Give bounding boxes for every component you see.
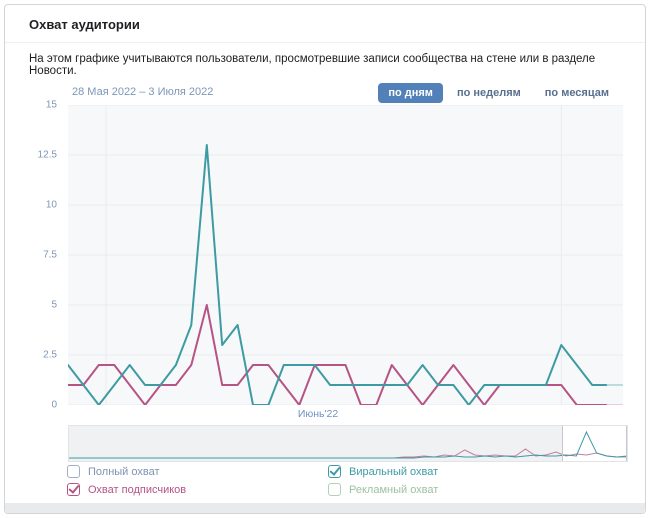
page-title: Охват аудитории bbox=[29, 17, 621, 32]
chart-toolbar: 28 Мая 2022 – 3 Июля 2022 по дням по нед… bbox=[5, 81, 645, 107]
checkbox-ad-reach[interactable] bbox=[328, 483, 341, 496]
chart-minimap-brush[interactable] bbox=[68, 425, 628, 462]
checkbox-viral-reach[interactable] bbox=[328, 465, 341, 478]
checkbox-full-reach[interactable] bbox=[67, 465, 80, 478]
card-header: Охват аудитории bbox=[5, 5, 645, 43]
y-tick-label: 7.5 bbox=[43, 250, 57, 261]
tab-by-days[interactable]: по дням bbox=[378, 83, 443, 103]
checkmark-icon bbox=[68, 482, 79, 494]
minimap-sparkline bbox=[69, 426, 627, 461]
legend-label: Виральный охват bbox=[349, 466, 438, 478]
reach-line-chart bbox=[68, 105, 623, 405]
y-tick-label: 10 bbox=[46, 200, 57, 211]
legend-item-viral-reach[interactable]: Виральный охват bbox=[328, 465, 438, 478]
minimap-selection-window[interactable] bbox=[562, 426, 627, 461]
y-tick-label: 5 bbox=[51, 300, 57, 311]
checkmark-icon bbox=[329, 464, 340, 476]
period-tabs: по дням по неделям по месяцам bbox=[378, 83, 619, 103]
y-axis-labels: 02.557.51012.515 bbox=[5, 105, 62, 405]
legend-item-ad-reach[interactable]: Рекламный охват bbox=[328, 483, 438, 496]
reach-widget-card: Охват аудитории На этом графике учитываю… bbox=[4, 4, 646, 514]
chart-description: На этом графике учитываются пользователи… bbox=[5, 43, 645, 77]
legend-item-full-reach[interactable]: Полный охват bbox=[67, 465, 160, 478]
y-tick-label: 0 bbox=[51, 400, 57, 411]
tab-by-weeks[interactable]: по неделям bbox=[447, 83, 531, 103]
date-range-label[interactable]: 28 Мая 2022 – 3 Июля 2022 bbox=[72, 86, 213, 98]
legend-label: Рекламный охват bbox=[349, 484, 438, 496]
x-axis-month-label: Июнь'22 bbox=[288, 408, 348, 420]
legend-label: Полный охват bbox=[88, 466, 160, 478]
tab-by-months[interactable]: по месяцам bbox=[535, 83, 619, 103]
legend-item-subscribers-reach[interactable]: Охват подписчиков bbox=[67, 483, 186, 496]
y-tick-label: 15 bbox=[46, 100, 57, 111]
legend-label: Охват подписчиков bbox=[88, 484, 186, 496]
bottom-scrollbar-track[interactable] bbox=[5, 503, 645, 513]
line-chart-plot-area[interactable] bbox=[68, 105, 623, 405]
y-tick-label: 2.5 bbox=[43, 350, 57, 361]
y-tick-label: 12.5 bbox=[38, 150, 57, 161]
checkbox-subscribers-reach[interactable] bbox=[67, 483, 80, 496]
